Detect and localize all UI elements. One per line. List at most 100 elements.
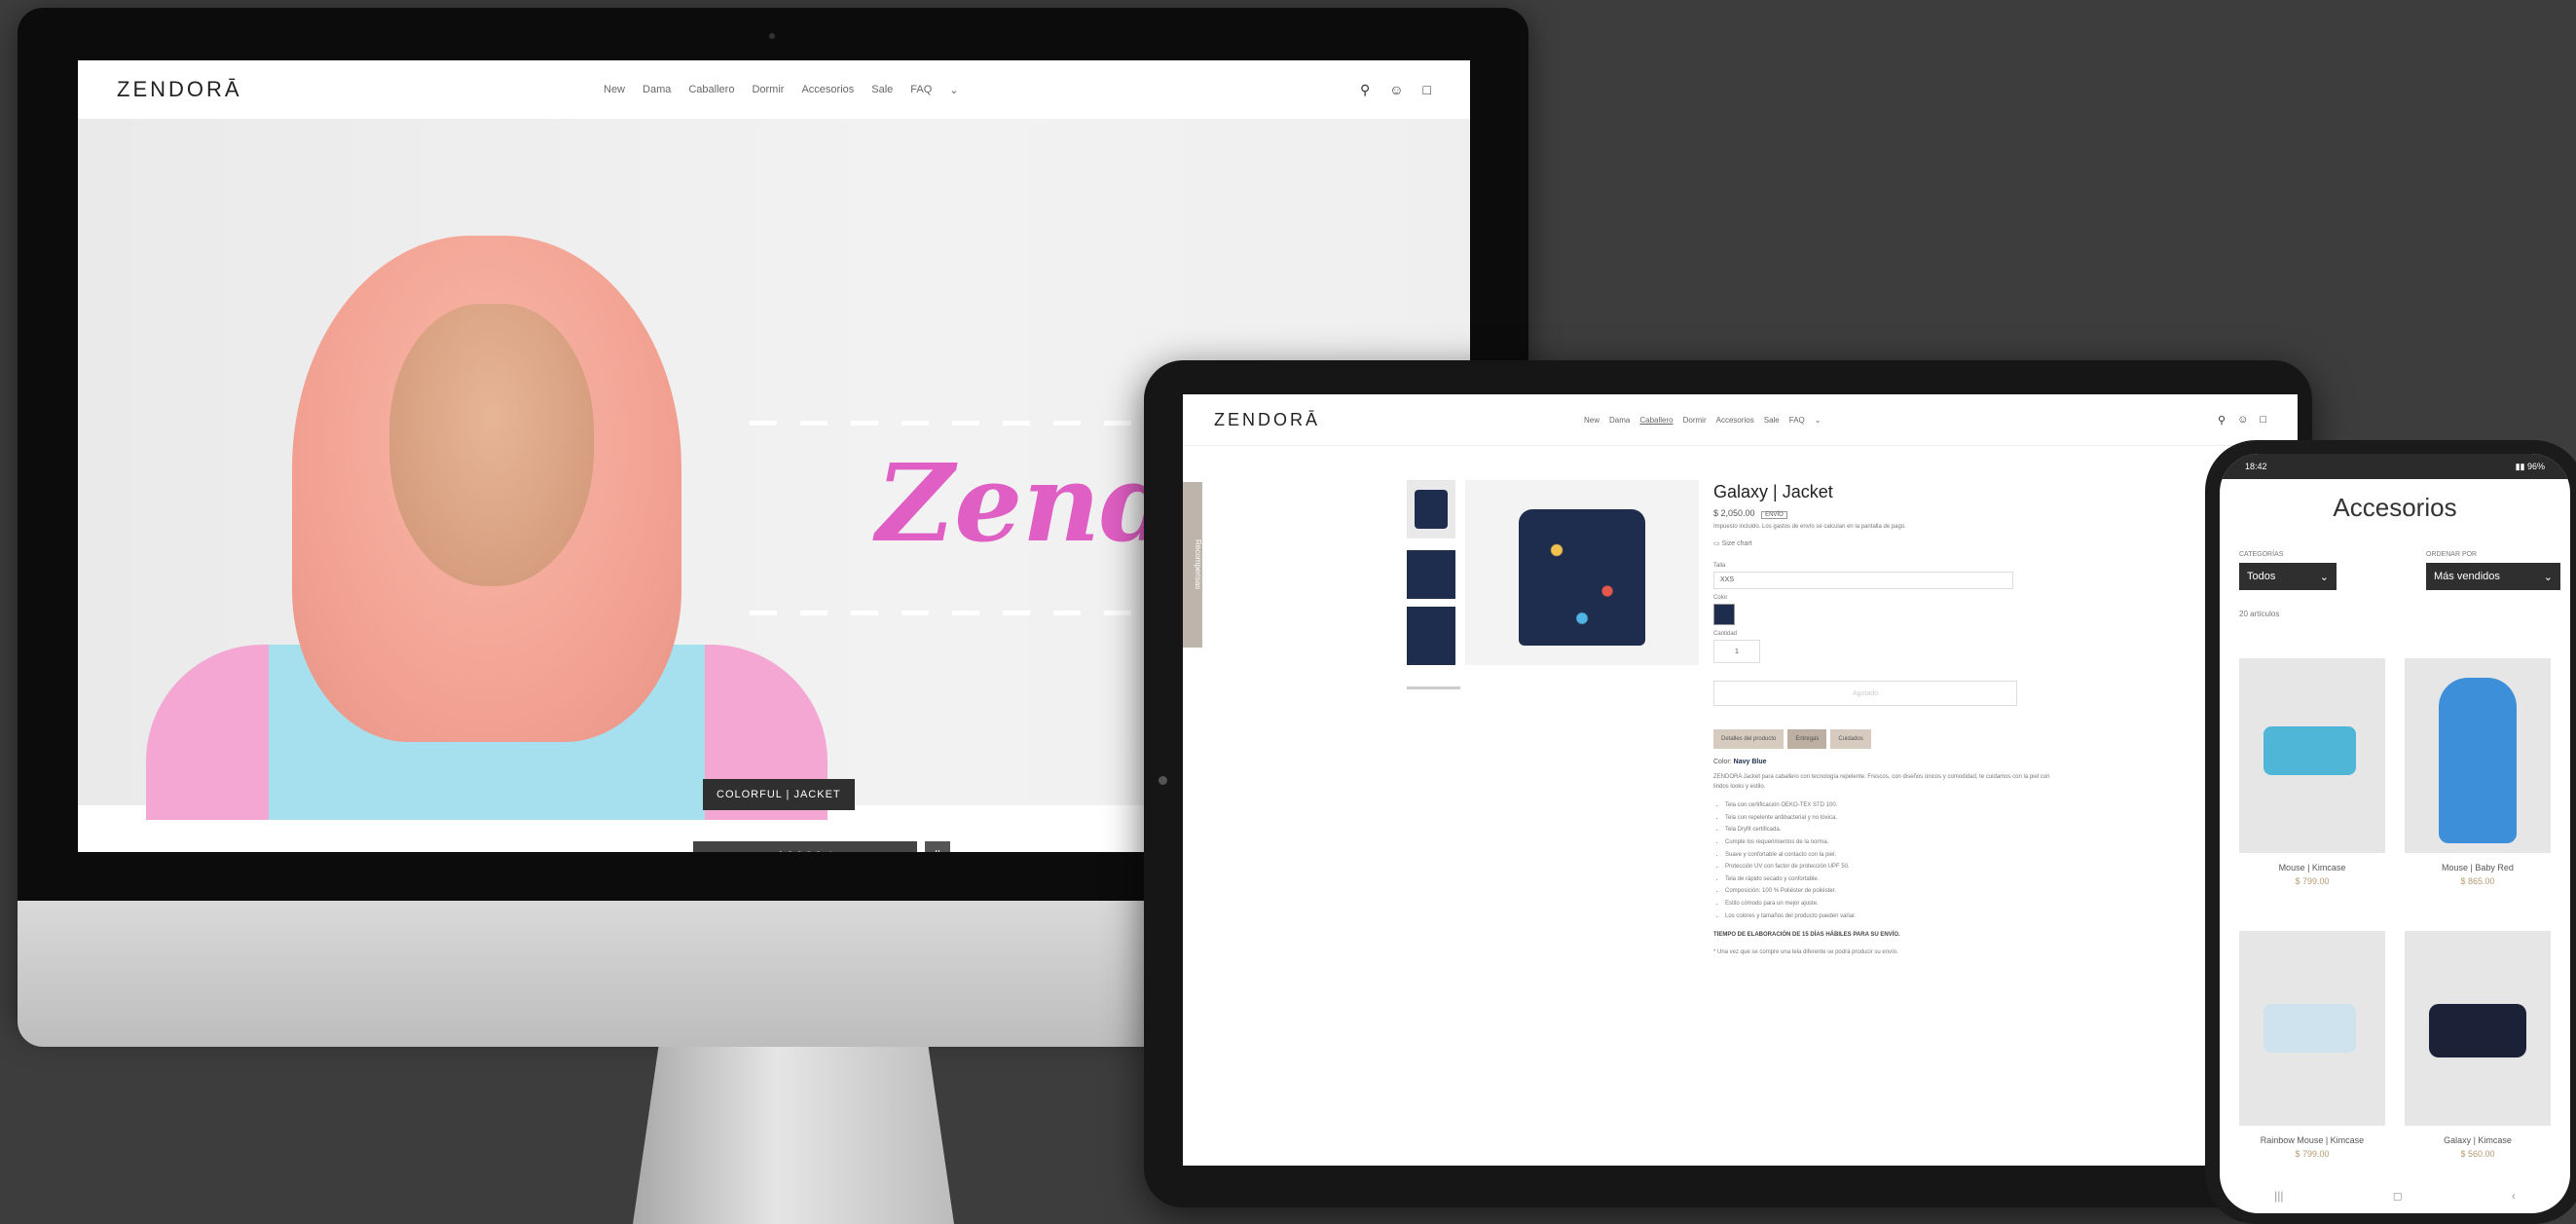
page-title: Accesorios <box>2333 493 2457 522</box>
delivery-time-note: TIEMPO DE ELABORACIÓN DE 15 DÍAS HÁBILES… <box>1713 932 1900 939</box>
product-card-price: $ 799.00 <box>2295 876 2330 886</box>
list-item: Protección UV con factor de protección U… <box>1725 861 2064 873</box>
search-icon[interactable]: ⚲ <box>1360 82 1370 98</box>
nav-item-caballero[interactable]: Caballero <box>1639 416 1673 425</box>
nav-item-new[interactable]: New <box>1584 416 1600 425</box>
nav-item-dama[interactable]: Dama <box>1609 416 1630 425</box>
product-thumbnail[interactable] <box>1407 550 1455 599</box>
list-item: Tela con repelente antibacterial y no tó… <box>1725 812 2064 825</box>
list-item: Estilo cómodo para un mejor ajuste. <box>1725 898 2064 910</box>
slider-pause-button[interactable]: II <box>925 841 950 852</box>
phone-screen: 18:42 ▮▮ 96% Accesorios CATEGORÍAS Todos… <box>2220 454 2570 1213</box>
product-description: ZENDORA Jacket para caballero con tecnol… <box>1713 774 2050 790</box>
size-select[interactable]: XXS <box>1713 572 2013 589</box>
list-item: Suave y confortable al contacto con la p… <box>1725 849 2064 862</box>
nav-item-sale[interactable]: Sale <box>871 84 893 96</box>
feature-list: Tela con certificación OEKO-TEX STD 100.… <box>1713 799 2064 922</box>
chevron-down-icon: ⌄ <box>2319 571 2329 583</box>
product-tabs: Detalles del producto Entregas Cuidados <box>1713 729 2064 749</box>
product-card-image[interactable] <box>2239 658 2385 853</box>
slider-next-icon[interactable]: › <box>829 848 833 852</box>
nav-item-dormir[interactable]: Dormir <box>1683 416 1707 425</box>
status-time: 18:42 <box>2245 462 2267 471</box>
list-item: Tela de rápido secado y confortable. <box>1725 873 2064 886</box>
list-item: Composición: 100 % Poliéster de poliéste… <box>1725 885 2064 898</box>
sort-label: ORDENAR POR <box>2426 551 2478 558</box>
home-icon[interactable]: ◻ <box>2393 1189 2403 1203</box>
list-item: Los colores y tamaños del producto puede… <box>1725 910 2064 923</box>
phone-status-bar: 18:42 ▮▮ 96% <box>2220 454 2570 479</box>
account-icon[interactable]: ☺ <box>2237 414 2248 427</box>
tablet-store-logo[interactable]: ZENDORĀ <box>1214 410 1584 430</box>
nav-item-sale[interactable]: Sale <box>1764 416 1780 425</box>
nav-item-new[interactable]: New <box>604 84 625 96</box>
product-main-image[interactable] <box>1465 480 1699 665</box>
tablet-main-nav: New Dama Caballero Dormir Accesorios Sal… <box>1584 416 2218 425</box>
size-label: Talla <box>1713 563 1726 569</box>
product-card-price: $ 865.00 <box>2460 876 2495 886</box>
phone-nav-bar: ||| ◻ ‹ <box>2220 1178 2570 1213</box>
recent-apps-icon[interactable]: ||| <box>2274 1189 2283 1203</box>
nav-more-icon[interactable]: ⌄ <box>1815 416 1822 425</box>
product-card-image[interactable] <box>2405 658 2551 853</box>
list-item: Tela Dryfit certificada. <box>1725 824 2064 836</box>
hero-caption-button[interactable]: COLORFUL | JACKET <box>703 779 855 810</box>
tab-care[interactable]: Cuidados <box>1830 729 1871 749</box>
tax-note: Impuesto incluido. Los gastos de envío s… <box>1713 524 1906 530</box>
webcam-icon <box>769 33 775 39</box>
category-filter-value: Todos <box>2247 571 2276 582</box>
product-card-price: $ 560.00 <box>2460 1149 2495 1159</box>
shipping-badge: ENVÍO <box>1761 511 1787 519</box>
search-icon[interactable]: ⚲ <box>2218 414 2226 427</box>
product-thumbnail[interactable] <box>1407 607 1455 665</box>
store-header: ZENDORĀ New Dama Caballero Dormir Acceso… <box>78 60 1470 120</box>
product-card-name[interactable]: Galaxy | Kimcase <box>2405 1135 2551 1145</box>
product-price: $ 2,050.00 <box>1713 508 1755 518</box>
nav-item-accesorios[interactable]: Accesorios <box>801 84 854 96</box>
quantity-label: Cantidad <box>1713 631 1738 637</box>
list-item: Cumple los requerimientos de la norma. <box>1725 836 2064 849</box>
slider-dots[interactable]: ● ● ● ● ● <box>777 848 821 852</box>
product-thumbnail[interactable] <box>1407 480 1455 538</box>
status-battery: ▮▮ 96% <box>2515 461 2545 471</box>
sort-select[interactable]: Más vendidos ⌄ <box>2426 563 2560 590</box>
ruler-icon: ▭ <box>1713 540 1720 547</box>
rewards-side-tab[interactable]: Recompensas <box>1183 482 1202 648</box>
nav-item-dormir[interactable]: Dormir <box>752 84 784 96</box>
store-logo[interactable]: ZENDORĀ <box>117 77 604 102</box>
back-icon[interactable]: ‹ <box>2512 1189 2516 1203</box>
product-card-name[interactable]: Rainbow Mouse | Kimcase <box>2239 1135 2385 1145</box>
cart-icon[interactable]: □ <box>1423 82 1431 98</box>
nav-more-icon[interactable]: ⌄ <box>949 84 958 96</box>
list-item: Tela con certificación OEKO-TEX STD 100. <box>1725 799 2064 812</box>
size-chart-link[interactable]: ▭ Size chart <box>1713 539 2064 547</box>
hero-model-face <box>389 304 594 586</box>
tablet-camera-icon <box>1159 776 1167 785</box>
size-select-value: XXS <box>1720 576 1735 583</box>
nav-item-faq[interactable]: FAQ <box>910 84 932 96</box>
nav-item-dama[interactable]: Dama <box>643 84 671 96</box>
tablet-header-icons: ⚲ ☺ □ <box>2218 414 2266 427</box>
main-nav: New Dama Caballero Dormir Accesorios Sal… <box>604 84 1360 96</box>
nav-item-accesorios[interactable]: Accesorios <box>1716 416 1754 425</box>
jacket-image <box>1519 509 1645 646</box>
account-icon[interactable]: ☺ <box>1389 82 1403 98</box>
product-card-image[interactable] <box>2239 931 2385 1126</box>
footer-note: * Una vez que se compre una tela diferen… <box>1713 949 1898 956</box>
thumbnail-scrollbar[interactable] <box>1407 686 1460 689</box>
category-filter-select[interactable]: Todos ⌄ <box>2239 563 2337 590</box>
tab-deliveries[interactable]: Entregas <box>1787 729 1827 749</box>
nav-item-caballero[interactable]: Caballero <box>688 84 734 96</box>
product-info: Galaxy | Jacket $ 2,050.00 ENVÍO Impuest… <box>1713 482 2064 955</box>
product-card-name[interactable]: Mouse | Kimcase <box>2239 863 2385 872</box>
tab-product-details[interactable]: Detalles del producto <box>1713 729 1785 749</box>
nav-item-faq[interactable]: FAQ <box>1789 416 1805 425</box>
color-swatch-navy[interactable] <box>1713 604 1735 625</box>
quantity-input[interactable]: 1 <box>1713 640 1760 663</box>
product-card-name[interactable]: Mouse | Baby Red <box>2405 863 2551 872</box>
size-chart-label: Size chart <box>1721 540 1752 547</box>
slider-controls: ● ● ● ● ● › <box>693 841 917 852</box>
product-card-image[interactable] <box>2405 931 2551 1126</box>
add-to-cart-button[interactable]: Agotado <box>1713 681 2017 706</box>
cart-icon[interactable]: □ <box>2260 414 2266 427</box>
